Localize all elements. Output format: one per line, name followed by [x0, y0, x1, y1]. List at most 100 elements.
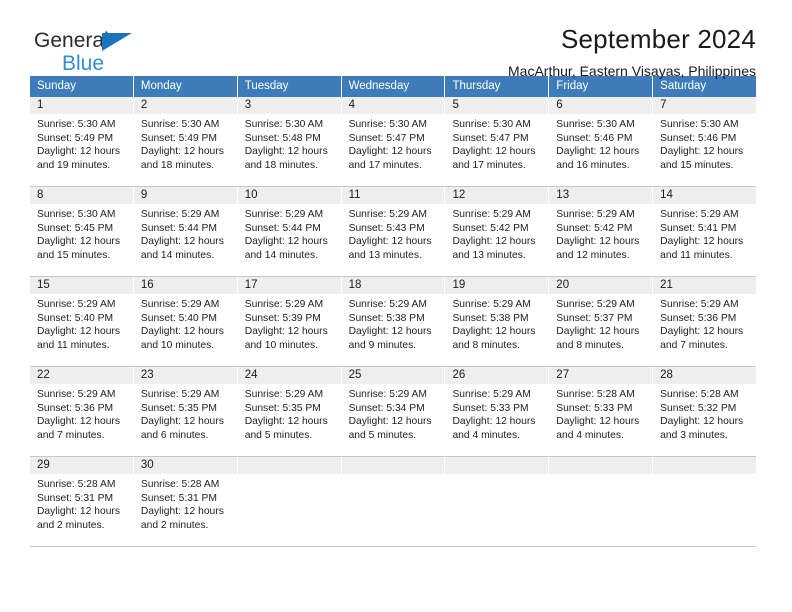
sunrise-text: Sunrise: 5:30 AM	[37, 209, 116, 220]
day-cell[interactable]: 29 Sunrise: 5:28 AM Sunset: 5:31 PM Dayl…	[30, 457, 134, 546]
daylight-text-line1: Daylight: 12 hours	[140, 326, 224, 338]
daylight-text-line1: Daylight: 12 hours	[37, 506, 120, 518]
sunset-text: Sunset: 5:37 PM	[556, 312, 633, 324]
sunset-text: Sunset: 5:43 PM	[348, 222, 425, 234]
logo-triangle-icon	[102, 33, 132, 51]
title-block: September 2024 MacArthur, Eastern Visaya…	[508, 24, 756, 79]
day-number: 16	[133, 277, 237, 294]
calendar-grid: Sunday Monday Tuesday Wednesday Thursday…	[30, 76, 757, 547]
sunset-text: Sunset: 5:33 PM	[556, 402, 633, 414]
day-cell[interactable]: 5 Sunrise: 5:30 AM Sunset: 5:47 PM Dayli…	[445, 97, 550, 186]
sunset-text: Sunset: 5:44 PM	[244, 222, 321, 234]
sunset-text: Sunset: 5:39 PM	[244, 312, 321, 324]
daylight-text-line1: Daylight: 12 hours	[452, 416, 536, 428]
sunrise-text: Sunrise: 5:29 AM	[244, 209, 324, 220]
day-cell[interactable]: 9 Sunrise: 5:29 AM Sunset: 5:44 PM Dayli…	[133, 187, 238, 276]
day-cell[interactable]: 4 Sunrise: 5:30 AM Sunset: 5:47 PM Dayli…	[341, 97, 446, 186]
daylight-text-line1: Daylight: 12 hours	[348, 326, 432, 338]
daylight-text-line1: Daylight: 12 hours	[244, 326, 328, 338]
day-cell[interactable]: 30 Sunrise: 5:28 AM Sunset: 5:31 PM Dayl…	[133, 457, 238, 546]
daylight-text-line1: Daylight: 12 hours	[452, 146, 536, 158]
day-number: 3	[237, 97, 341, 114]
day-details: Sunrise: 5:29 AM Sunset: 5:39 PM Dayligh…	[238, 294, 341, 352]
sunrise-text: Sunrise: 5:29 AM	[140, 389, 220, 400]
daylight-text-line2: and 10 minutes.	[244, 339, 318, 351]
sunset-text: Sunset: 5:40 PM	[140, 312, 217, 324]
sunset-text: Sunset: 5:40 PM	[37, 312, 114, 324]
day-cell[interactable]: 7 Sunrise: 5:30 AM Sunset: 5:46 PM Dayli…	[653, 97, 757, 186]
logo-word-blue: Blue	[62, 52, 105, 75]
daylight-text-line1: Daylight: 12 hours	[348, 146, 432, 158]
sunset-text: Sunset: 5:36 PM	[37, 402, 114, 414]
day-cell[interactable]: 22 Sunrise: 5:29 AM Sunset: 5:36 PM Dayl…	[30, 367, 134, 456]
day-cell[interactable]: 6 Sunrise: 5:30 AM Sunset: 5:46 PM Dayli…	[549, 97, 654, 186]
day-number: 24	[237, 367, 341, 384]
day-details: Sunrise: 5:29 AM Sunset: 5:41 PM Dayligh…	[653, 204, 756, 262]
daylight-text-line1: Daylight: 12 hours	[660, 146, 744, 158]
day-details: Sunrise: 5:30 AM Sunset: 5:47 PM Dayligh…	[445, 114, 548, 172]
day-details: Sunrise: 5:29 AM Sunset: 5:35 PM Dayligh…	[238, 384, 341, 442]
day-cell[interactable]: 18 Sunrise: 5:29 AM Sunset: 5:38 PM Dayl…	[341, 277, 446, 366]
daylight-text-line2: and 15 minutes.	[660, 159, 734, 171]
sunset-text: Sunset: 5:38 PM	[452, 312, 529, 324]
sunset-text: Sunset: 5:45 PM	[37, 222, 114, 234]
day-cell[interactable]: 19 Sunrise: 5:29 AM Sunset: 5:38 PM Dayl…	[445, 277, 550, 366]
day-number: 19	[445, 277, 549, 294]
day-cell[interactable]: 14 Sunrise: 5:29 AM Sunset: 5:41 PM Dayl…	[653, 187, 757, 276]
day-cell[interactable]: 1 Sunrise: 5:30 AM Sunset: 5:49 PM Dayli…	[30, 97, 134, 186]
day-number: 21	[653, 277, 757, 294]
day-details: Sunrise: 5:29 AM Sunset: 5:35 PM Dayligh…	[134, 384, 237, 442]
day-cell[interactable]: 12 Sunrise: 5:29 AM Sunset: 5:42 PM Dayl…	[445, 187, 550, 276]
sunset-text: Sunset: 5:31 PM	[140, 492, 217, 504]
day-cell[interactable]: 21 Sunrise: 5:29 AM Sunset: 5:36 PM Dayl…	[653, 277, 757, 366]
day-cell[interactable]: 3 Sunrise: 5:30 AM Sunset: 5:48 PM Dayli…	[237, 97, 342, 186]
daylight-text-line2: and 8 minutes.	[556, 339, 624, 351]
daylight-text-line1: Daylight: 12 hours	[452, 236, 536, 248]
day-cell[interactable]: 13 Sunrise: 5:29 AM Sunset: 5:42 PM Dayl…	[549, 187, 654, 276]
daylight-text-line2: and 2 minutes.	[140, 519, 209, 531]
sunrise-text: Sunrise: 5:29 AM	[140, 209, 220, 220]
sunset-text: Sunset: 5:33 PM	[452, 402, 529, 414]
day-cell[interactable]: 26 Sunrise: 5:29 AM Sunset: 5:33 PM Dayl…	[445, 367, 550, 456]
day-cell[interactable]: 28 Sunrise: 5:28 AM Sunset: 5:32 PM Dayl…	[653, 367, 757, 456]
day-cell[interactable]: 24 Sunrise: 5:29 AM Sunset: 5:35 PM Dayl…	[237, 367, 342, 456]
day-cell[interactable]: 25 Sunrise: 5:29 AM Sunset: 5:34 PM Dayl…	[341, 367, 446, 456]
day-details: Sunrise: 5:29 AM Sunset: 5:38 PM Dayligh…	[445, 294, 548, 352]
day-number: 12	[445, 187, 549, 204]
daylight-text-line2: and 8 minutes.	[452, 339, 520, 351]
sunset-text: Sunset: 5:36 PM	[660, 312, 737, 324]
sunset-text: Sunset: 5:47 PM	[348, 132, 425, 144]
sunset-text: Sunset: 5:47 PM	[452, 132, 529, 144]
day-cell[interactable]: 17 Sunrise: 5:29 AM Sunset: 5:39 PM Dayl…	[237, 277, 342, 366]
daylight-text-line2: and 14 minutes.	[244, 249, 318, 261]
sunset-text: Sunset: 5:46 PM	[556, 132, 633, 144]
day-number: 30	[133, 457, 237, 474]
day-cell[interactable]: 10 Sunrise: 5:29 AM Sunset: 5:44 PM Dayl…	[237, 187, 342, 276]
sunset-text: Sunset: 5:49 PM	[37, 132, 114, 144]
day-cell[interactable]: 20 Sunrise: 5:29 AM Sunset: 5:37 PM Dayl…	[549, 277, 654, 366]
day-number: 29	[30, 457, 133, 474]
calendar-week-row: 1 Sunrise: 5:30 AM Sunset: 5:49 PM Dayli…	[30, 97, 757, 187]
day-cell[interactable]: 15 Sunrise: 5:29 AM Sunset: 5:40 PM Dayl…	[30, 277, 134, 366]
day-cell[interactable]: 27 Sunrise: 5:28 AM Sunset: 5:33 PM Dayl…	[549, 367, 654, 456]
day-cell[interactable]: 8 Sunrise: 5:30 AM Sunset: 5:45 PM Dayli…	[30, 187, 134, 276]
daylight-text-line1: Daylight: 12 hours	[660, 236, 744, 248]
daylight-text-line1: Daylight: 12 hours	[556, 236, 640, 248]
day-details: Sunrise: 5:29 AM Sunset: 5:40 PM Dayligh…	[30, 294, 133, 352]
daylight-text-line2: and 13 minutes.	[452, 249, 526, 261]
day-details: Sunrise: 5:29 AM Sunset: 5:33 PM Dayligh…	[445, 384, 548, 442]
sunrise-text: Sunrise: 5:30 AM	[556, 119, 635, 130]
daylight-text-line2: and 12 minutes.	[556, 249, 630, 261]
sunrise-text: Sunrise: 5:29 AM	[244, 389, 324, 400]
day-cell[interactable]: 11 Sunrise: 5:29 AM Sunset: 5:43 PM Dayl…	[341, 187, 446, 276]
sunrise-text: Sunrise: 5:29 AM	[348, 389, 427, 400]
sunset-text: Sunset: 5:31 PM	[37, 492, 114, 504]
day-cell[interactable]: 2 Sunrise: 5:30 AM Sunset: 5:49 PM Dayli…	[133, 97, 238, 186]
daylight-text-line2: and 14 minutes.	[140, 249, 215, 261]
day-cell[interactable]: 16 Sunrise: 5:29 AM Sunset: 5:40 PM Dayl…	[133, 277, 238, 366]
day-number: 7	[653, 97, 757, 114]
daylight-text-line2: and 13 minutes.	[348, 249, 422, 261]
day-cell[interactable]: 23 Sunrise: 5:29 AM Sunset: 5:35 PM Dayl…	[133, 367, 238, 456]
sunset-text: Sunset: 5:49 PM	[140, 132, 217, 144]
daylight-text-line1: Daylight: 12 hours	[452, 326, 536, 338]
